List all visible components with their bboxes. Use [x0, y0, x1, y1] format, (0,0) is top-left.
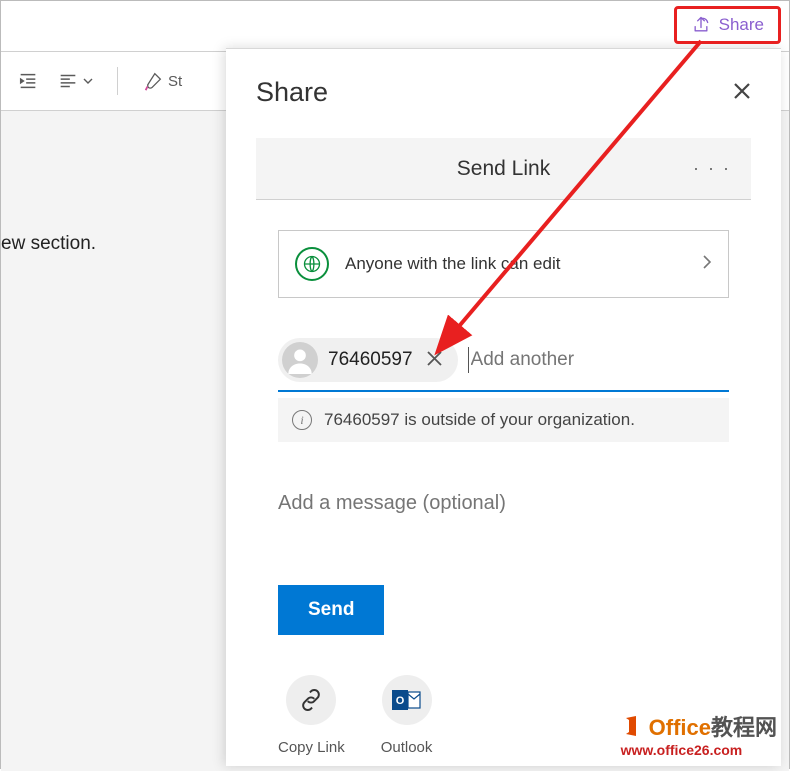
share-button-top[interactable]: Share: [674, 6, 781, 44]
link-scope-button[interactable]: Anyone with the link can edit: [278, 230, 729, 298]
watermark: Office教程网 www.office26.com: [621, 710, 777, 758]
recipient-name: 76460597: [328, 349, 413, 371]
link-icon: [298, 687, 324, 713]
link-scope-label: Anyone with the link can edit: [345, 254, 686, 274]
add-recipient-input[interactable]: [468, 347, 729, 373]
more-options-button[interactable]: · · ·: [693, 158, 731, 179]
send-link-title: Send Link: [457, 157, 550, 181]
align-button[interactable]: [57, 70, 93, 92]
indent-icon: [17, 70, 39, 92]
send-link-header: Send Link · · ·: [256, 138, 751, 200]
share-icon: [691, 15, 711, 35]
close-icon: [733, 82, 751, 100]
send-button[interactable]: Send: [278, 585, 384, 635]
close-icon: [427, 351, 442, 366]
share-panel-title: Share: [256, 77, 328, 108]
ellipsis-icon: · · ·: [693, 158, 731, 178]
avatar-icon: [282, 342, 318, 378]
document-text: ew section.: [1, 233, 96, 255]
chevron-right-icon: [702, 255, 712, 274]
share-panel: Share Send Link · · · Anyone with the li…: [226, 48, 781, 766]
styles-label: St: [168, 73, 182, 90]
share-button-label: Share: [719, 15, 764, 35]
message-input[interactable]: [278, 492, 729, 515]
remove-recipient-button[interactable]: [423, 348, 446, 372]
recipients-input-row[interactable]: 76460597: [278, 338, 729, 392]
indent-button[interactable]: [17, 70, 39, 92]
paintbrush-icon: [142, 70, 164, 92]
outlook-button[interactable]: O Outlook: [381, 675, 433, 756]
svg-text:O: O: [395, 695, 404, 707]
chevron-down-icon: [83, 76, 93, 86]
outlook-icon: O: [392, 687, 422, 713]
copy-link-button[interactable]: Copy Link: [278, 675, 345, 756]
watermark-url: www.office26.com: [621, 742, 777, 758]
close-button[interactable]: [733, 79, 751, 107]
align-icon: [57, 70, 79, 92]
outlook-label: Outlook: [381, 739, 433, 756]
info-icon: i: [292, 410, 312, 430]
external-warning: i 76460597 is outside of your organizati…: [278, 398, 729, 442]
office-logo-icon: [621, 714, 645, 738]
recipient-chip: 76460597: [278, 338, 458, 382]
styles-button[interactable]: St: [142, 70, 182, 92]
globe-icon: [295, 247, 329, 281]
warning-text: 76460597 is outside of your organization…: [324, 410, 635, 430]
copy-link-label: Copy Link: [278, 739, 345, 756]
toolbar-separator: [117, 67, 118, 95]
